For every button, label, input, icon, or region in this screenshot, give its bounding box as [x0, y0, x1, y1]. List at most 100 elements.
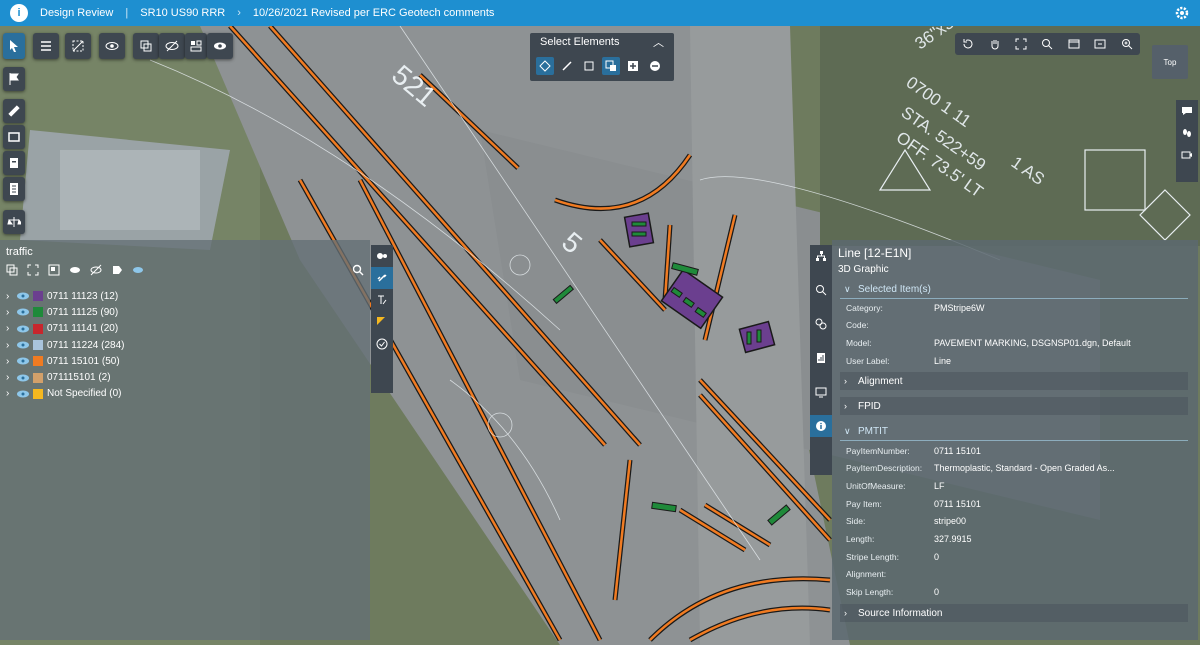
footprint-icon[interactable]	[1176, 122, 1198, 144]
fit-view-icon[interactable]	[1015, 38, 1027, 50]
search-panel-icon[interactable]	[810, 279, 832, 301]
hide-button[interactable]	[159, 33, 185, 59]
camera-icon[interactable]	[1176, 144, 1198, 166]
right-panel-side-toolbar	[810, 245, 832, 475]
comments-icon[interactable]	[1176, 100, 1198, 122]
remove-selection-button[interactable]	[646, 57, 664, 75]
sheet-button[interactable]	[3, 177, 25, 201]
hierarchy-icon[interactable]	[810, 245, 832, 267]
layers-icon[interactable]	[371, 245, 393, 267]
legend-item[interactable]: › 0711 15101 (50)	[6, 353, 124, 369]
legend-item[interactable]: › 0711 11224 (284)	[6, 337, 124, 353]
select-point-button[interactable]	[536, 57, 554, 75]
chevron-right-icon: ›	[844, 401, 847, 411]
color-fill-icon[interactable]	[111, 264, 123, 276]
eye-icon[interactable]	[16, 390, 30, 398]
property-row: User Label: Line	[846, 352, 1186, 369]
property-key: Side:	[846, 516, 866, 527]
visibility-button[interactable]	[99, 33, 125, 59]
property-value: 327.9915	[934, 534, 972, 544]
copy-icon[interactable]	[6, 264, 18, 276]
eye-icon[interactable]	[16, 341, 30, 349]
check-circle-icon[interactable]	[371, 333, 393, 355]
group-icon[interactable]	[810, 313, 832, 335]
view-cube-label: Top	[1163, 57, 1177, 67]
legend-item[interactable]: › 0711 11125 (90)	[6, 304, 124, 320]
display-icon[interactable]	[810, 381, 832, 403]
eye-icon[interactable]	[16, 357, 30, 365]
legend-item-label: 0711 11141 (20)	[47, 323, 119, 335]
color-swatch	[33, 291, 43, 302]
breadcrumb-design-review[interactable]: Design Review	[40, 7, 113, 19]
section-selected-items[interactable]: ∨ Selected Item(s)	[840, 280, 1188, 299]
chevron-right-icon[interactable]: ›	[6, 323, 16, 334]
search-icon[interactable]	[352, 264, 364, 276]
color-swatch	[33, 340, 43, 351]
panel-title: traffic	[6, 246, 33, 258]
markup-flag-button[interactable]	[3, 67, 25, 91]
chevron-right-icon[interactable]: ›	[6, 388, 16, 399]
gear-icon[interactable]	[1174, 5, 1190, 21]
legend-item[interactable]: › Not Specified (0)	[6, 386, 124, 402]
window-area-icon[interactable]	[1068, 38, 1080, 50]
breadcrumb-project[interactable]: SR10 US90 RRR	[140, 7, 225, 19]
show-all-button[interactable]	[207, 33, 233, 59]
section-source-information[interactable]: › Source Information	[840, 604, 1188, 622]
chevron-up-icon[interactable]: ︿	[653, 34, 664, 50]
zoom-icon[interactable]	[1121, 38, 1133, 50]
isolate-icon[interactable]	[48, 264, 60, 276]
compare-button[interactable]	[3, 210, 25, 234]
section-fpid[interactable]: › FPID	[840, 397, 1188, 415]
legend-item[interactable]: › 0711 11123 (12)	[6, 288, 124, 304]
add-selection-button[interactable]	[624, 57, 642, 75]
pan-hand-icon[interactable]	[989, 38, 1001, 50]
legend-item[interactable]: › 0711 11141 (20)	[6, 321, 124, 337]
chevron-right-icon[interactable]: ›	[6, 307, 16, 318]
select-overlap-button[interactable]	[602, 57, 620, 75]
legend-item[interactable]: › 071115101 (2)	[6, 369, 124, 385]
eye-icon[interactable]	[16, 374, 30, 382]
legend-list: › 0711 11123 (12) › 0711 11125 (90) › 0711 11…	[6, 288, 124, 402]
view-cube[interactable]: Top	[1152, 45, 1188, 79]
isolate-button[interactable]	[133, 33, 159, 59]
select-elements-panel: Select Elements ︿	[530, 33, 674, 81]
hide-icon[interactable]	[90, 264, 102, 276]
section-alignment[interactable]: › Alignment	[840, 372, 1188, 390]
app-logo-icon[interactable]: i	[10, 4, 28, 22]
section-label: FPID	[858, 400, 881, 412]
property-row: Code:	[846, 317, 1186, 334]
chevron-down-icon: ∨	[844, 425, 851, 436]
emphasize-button[interactable]	[185, 33, 207, 59]
section-pmtit[interactable]: ∨ PMTIT	[840, 422, 1188, 441]
minimize-view-icon[interactable]	[1094, 38, 1106, 50]
fit-icon[interactable]	[27, 264, 39, 276]
zoom-window-icon[interactable]	[1041, 38, 1053, 50]
warning-flag-icon[interactable]	[371, 311, 393, 333]
report-icon[interactable]	[810, 347, 832, 369]
eye-icon[interactable]	[16, 325, 30, 333]
measure-button[interactable]	[3, 99, 25, 123]
legend-item-label: 071115101 (2)	[47, 372, 111, 384]
show-icon[interactable]	[69, 264, 81, 276]
eye-active-icon[interactable]	[132, 264, 144, 276]
select-tool-button[interactable]	[3, 33, 25, 59]
eye-icon[interactable]	[16, 308, 30, 316]
clip-button[interactable]	[3, 151, 25, 175]
info-icon[interactable]	[810, 415, 832, 437]
chevron-right-icon[interactable]: ›	[6, 291, 16, 302]
select-line-button[interactable]	[558, 57, 576, 75]
chevron-right-icon[interactable]: ›	[6, 340, 16, 351]
clear-selection-button[interactable]	[65, 33, 91, 59]
property-row: PayItemDescription: Thermoplastic, Standa…	[846, 460, 1186, 477]
breadcrumb-changeset[interactable]: 10/26/2021 Revised per ERC Geotech comme…	[253, 7, 495, 19]
section-label: Alignment	[858, 375, 903, 387]
text-style-icon[interactable]	[371, 289, 393, 311]
chevron-right-icon[interactable]: ›	[6, 356, 16, 367]
select-box-button[interactable]	[580, 57, 598, 75]
menu-button[interactable]	[33, 33, 59, 59]
eye-icon[interactable]	[16, 292, 30, 300]
section-box-button[interactable]	[3, 125, 25, 149]
rotate-icon[interactable]	[962, 38, 974, 50]
chevron-right-icon[interactable]: ›	[6, 372, 16, 383]
link-icon[interactable]	[371, 267, 393, 289]
